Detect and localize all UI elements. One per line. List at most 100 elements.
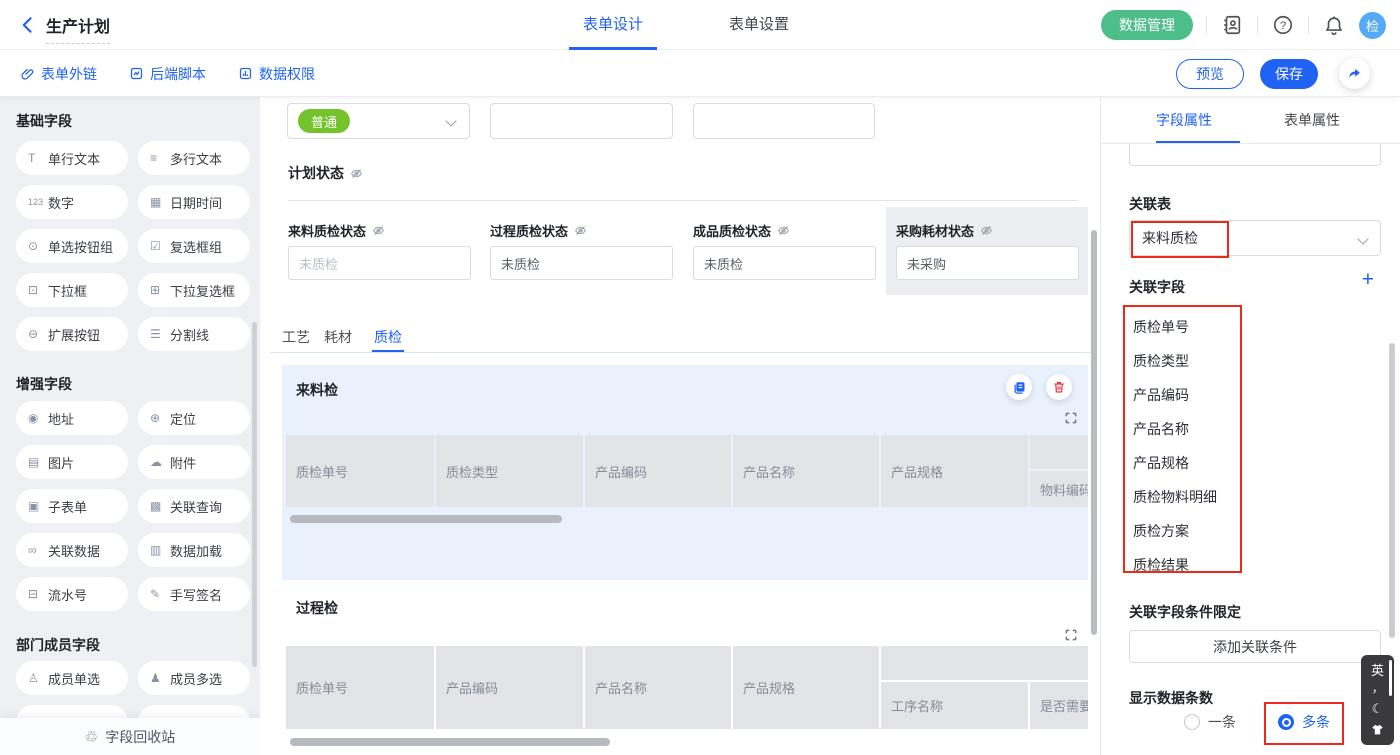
column-header[interactable]: 产品规格 bbox=[733, 646, 879, 729]
sidebar-item-related-data[interactable]: ∞关联数据 bbox=[16, 533, 128, 567]
column-header[interactable]: 产品名称 bbox=[585, 646, 731, 729]
tab-field-properties[interactable]: 字段属性 bbox=[1156, 110, 1212, 130]
related-field-item[interactable]: 产品编码 bbox=[1133, 385, 1189, 405]
horizontal-scrollbar[interactable] bbox=[290, 515, 562, 523]
save-button[interactable]: 保存 bbox=[1260, 59, 1318, 89]
radio-label-single[interactable]: 一条 bbox=[1208, 714, 1236, 730]
column-header[interactable]: 质检单号 bbox=[286, 435, 434, 507]
plan-status-divider[interactable]: 计划状态 bbox=[288, 163, 363, 183]
canvas-scrollbar[interactable] bbox=[1091, 230, 1097, 635]
column-header[interactable]: 质检单号 bbox=[286, 646, 434, 729]
backend-script-button[interactable]: 后端脚本 bbox=[129, 64, 206, 84]
column-header[interactable]: 产品规格 bbox=[881, 435, 1028, 507]
sidebar-item-signature[interactable]: ✎手写签名 bbox=[138, 577, 250, 611]
column-header[interactable]: 产品名称 bbox=[733, 435, 879, 507]
related-field-item[interactable]: 质检单号 bbox=[1133, 317, 1189, 337]
resize-handle-icon[interactable] bbox=[1064, 628, 1078, 642]
related-field-item[interactable]: 质检结果 bbox=[1133, 555, 1189, 575]
input-purchase-material-status[interactable]: 未采购 bbox=[896, 246, 1079, 280]
sidebar-item-multi-line-text[interactable]: ≡多行文本 bbox=[138, 141, 250, 175]
column-header[interactable]: 物料编码 bbox=[1030, 471, 1088, 507]
related-field-item[interactable]: 质检方案 bbox=[1133, 521, 1189, 541]
sidebar-item-single-line-text[interactable]: T单行文本 bbox=[16, 141, 128, 175]
related-field-item[interactable]: 产品规格 bbox=[1133, 453, 1189, 473]
sidebar-item-member-single[interactable]: ♙成员单选 bbox=[16, 661, 128, 695]
sidebar-item-radio-group[interactable]: ⊙单选按钮组 bbox=[16, 229, 128, 263]
datetime-icon: ▦ bbox=[150, 195, 170, 209]
field-label-purchase-material-status[interactable]: 采购耗材状态 bbox=[896, 221, 993, 240]
back-icon[interactable] bbox=[18, 15, 38, 35]
partial-input[interactable] bbox=[1129, 144, 1381, 166]
sidebar-item-checkbox-group[interactable]: ☑复选框组 bbox=[138, 229, 250, 263]
radio-single-record[interactable] bbox=[1184, 714, 1200, 730]
input-finished-qc-status[interactable]: 未质检 bbox=[693, 246, 876, 280]
sidebar-item-select[interactable]: ⊡下拉框 bbox=[16, 273, 128, 307]
add-field-icon[interactable]: + bbox=[1362, 270, 1374, 290]
panel-scrollbar[interactable] bbox=[1389, 343, 1395, 638]
sidebar-scrollbar[interactable] bbox=[252, 322, 257, 667]
serial-number-icon: ⊟ bbox=[28, 587, 48, 601]
column-header[interactable]: 产品编码 bbox=[585, 435, 731, 507]
related-table-select[interactable]: 来料质检 bbox=[1129, 220, 1381, 256]
resize-handle-icon[interactable] bbox=[1064, 411, 1078, 425]
sidebar-item-location[interactable]: ⊕定位 bbox=[138, 401, 250, 435]
input-incoming-qc-status[interactable]: 未质检 bbox=[288, 246, 471, 280]
data-permission-button[interactable]: 数据权限 bbox=[238, 64, 315, 84]
ime-toolbar[interactable]: 英 ， ☾ bbox=[1361, 655, 1394, 745]
sidebar-item-datetime[interactable]: ▦日期时间 bbox=[138, 185, 250, 219]
column-header[interactable]: 产品编码 bbox=[436, 646, 583, 729]
sidebar-item-related-query[interactable]: ▩关联查询 bbox=[138, 489, 250, 523]
canvas-tab-qc[interactable]: 质检 bbox=[374, 327, 402, 347]
sidebar-item-divider-line[interactable]: ☰分割线 bbox=[138, 317, 250, 351]
empty-input-1[interactable] bbox=[490, 103, 673, 139]
sidebar-item-data-load[interactable]: ▥数据加载 bbox=[138, 533, 250, 567]
bell-icon[interactable] bbox=[1322, 13, 1346, 37]
share-icon[interactable] bbox=[1339, 58, 1370, 89]
sidebar-item-image[interactable]: ▤图片 bbox=[16, 445, 128, 479]
external-link-button[interactable]: 表单外链 bbox=[20, 64, 97, 84]
sidebar-item-multi-select[interactable]: ⊞下拉复选框 bbox=[138, 273, 250, 307]
priority-select[interactable]: 普通 bbox=[287, 103, 470, 139]
related-field-item[interactable]: 产品名称 bbox=[1133, 419, 1189, 439]
add-condition-button[interactable]: 添加关联条件 bbox=[1129, 630, 1381, 663]
canvas-tab-process[interactable]: 工艺 bbox=[282, 327, 310, 347]
tab-form-properties[interactable]: 表单属性 bbox=[1284, 110, 1340, 130]
sidebar-item-member-multi[interactable]: ♟成员多选 bbox=[138, 661, 250, 695]
input-process-qc-status[interactable]: 未质检 bbox=[490, 246, 673, 280]
sidebar-item-address[interactable]: ◉地址 bbox=[16, 401, 128, 435]
help-icon[interactable]: ? bbox=[1271, 13, 1295, 37]
field-recycle-bin[interactable]: ♲ 字段回收站 bbox=[0, 718, 260, 755]
empty-input-2[interactable] bbox=[693, 103, 875, 139]
radio-label-multiple[interactable]: 多条 bbox=[1302, 714, 1330, 730]
avatar[interactable]: 检 bbox=[1359, 12, 1386, 39]
preview-button[interactable]: 预览 bbox=[1176, 59, 1244, 89]
field-label-incoming-qc-status[interactable]: 来料质检状态 bbox=[288, 221, 385, 240]
sidebar-item-serial-number[interactable]: ⊟流水号 bbox=[16, 577, 128, 611]
tab-form-design[interactable]: 表单设计 bbox=[583, 0, 643, 50]
column-header[interactable]: 质检类型 bbox=[436, 435, 583, 507]
subform-process-inspection[interactable]: 过程检 质检单号 产品编码 产品名称 产品规格 工序名称 是否需要 bbox=[282, 592, 1088, 755]
related-field-item[interactable]: 质检类型 bbox=[1133, 351, 1189, 371]
column-header[interactable]: 是否需要 bbox=[1030, 682, 1088, 729]
field-label-finished-qc-status[interactable]: 成品质检状态 bbox=[693, 221, 790, 240]
subform-incoming-inspection[interactable]: 来料检 质检单号 质检类型 产品编码 产品名称 产品规格 物料编码 bbox=[282, 365, 1088, 580]
column-header[interactable]: 工序名称 bbox=[881, 682, 1028, 729]
radio-multiple-records[interactable] bbox=[1278, 714, 1294, 730]
page-title[interactable]: 生产计划 bbox=[46, 13, 110, 44]
data-manage-button[interactable]: 数据管理 bbox=[1101, 10, 1193, 40]
tab-form-settings[interactable]: 表单设置 bbox=[729, 0, 789, 50]
copy-icon[interactable] bbox=[1006, 374, 1032, 400]
sidebar-item-extend-button[interactable]: ⊖扩展按钮 bbox=[16, 317, 128, 351]
contacts-icon[interactable] bbox=[1220, 13, 1244, 37]
related-field-item[interactable]: 质检物料明细 bbox=[1133, 487, 1217, 507]
column-header-group[interactable] bbox=[881, 646, 1088, 680]
sidebar-item-attachment[interactable]: ☁附件 bbox=[138, 445, 250, 479]
related-query-icon: ▩ bbox=[150, 499, 170, 513]
sidebar-item-subform[interactable]: ▣子表单 bbox=[16, 489, 128, 523]
field-label-process-qc-status[interactable]: 过程质检状态 bbox=[490, 221, 587, 240]
horizontal-scrollbar[interactable] bbox=[290, 738, 610, 746]
sidebar-item-number[interactable]: 123数字 bbox=[16, 185, 128, 219]
canvas-tab-material[interactable]: 耗材 bbox=[324, 327, 352, 347]
trash-icon[interactable] bbox=[1046, 374, 1072, 400]
column-header-group[interactable] bbox=[1030, 435, 1088, 469]
